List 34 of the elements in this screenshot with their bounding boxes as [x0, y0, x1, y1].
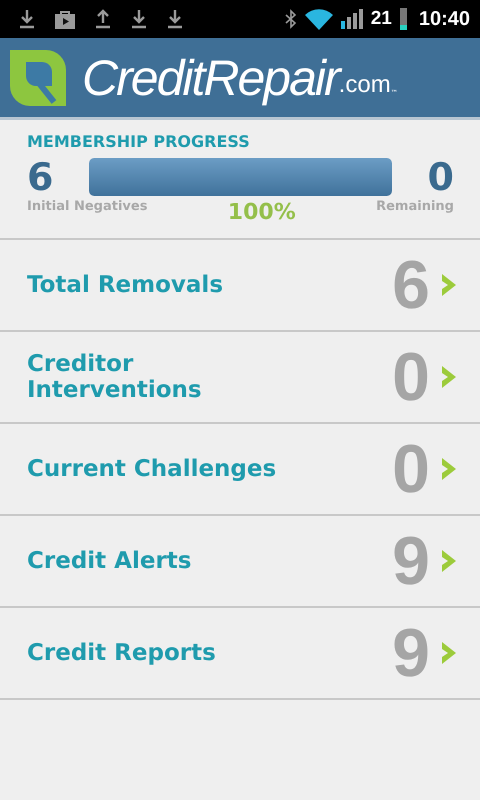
chevron-icon: [440, 456, 458, 482]
item-label: Credit Reports: [27, 640, 217, 666]
initial-label: Initial Negatives: [27, 199, 148, 214]
chevron-icon: [440, 640, 458, 666]
item-label: Current Challenges: [27, 456, 277, 482]
remaining-count: 0: [428, 155, 454, 199]
initial-count: 6: [27, 155, 54, 199]
item-count: 0: [392, 430, 430, 508]
battery-icon: [400, 8, 407, 30]
percent-label: 100%: [228, 200, 296, 225]
bluetooth-icon: [284, 9, 297, 29]
download-icon: [18, 9, 36, 29]
item-count: 9: [392, 522, 430, 600]
section-title: MEMBERSHIP PROGRESS: [27, 132, 250, 151]
brand-wordmark: CreditRepair: [82, 48, 339, 106]
item-label: Total Removals: [27, 272, 224, 298]
chevron-icon: [440, 548, 458, 574]
shopping-bag-icon: [54, 9, 76, 29]
item-count: 6: [392, 246, 430, 324]
item-label: Creditor Interventions: [27, 351, 203, 403]
download-icon: [130, 9, 148, 29]
chevron-icon: [440, 272, 458, 298]
battery-percent: 21: [370, 8, 392, 30]
upload-icon: [94, 9, 112, 29]
signal-icon: [340, 9, 363, 29]
wifi-icon: [304, 8, 333, 30]
download-icon: [166, 9, 184, 29]
item-count: 0: [392, 338, 430, 416]
item-count: 9: [392, 614, 430, 692]
brand-domain: .com: [338, 71, 391, 98]
item-label: Credit Alerts: [27, 548, 192, 574]
remaining-label: Remaining: [376, 199, 454, 214]
chevron-icon: [440, 364, 458, 390]
clock: 10:40: [418, 8, 470, 30]
